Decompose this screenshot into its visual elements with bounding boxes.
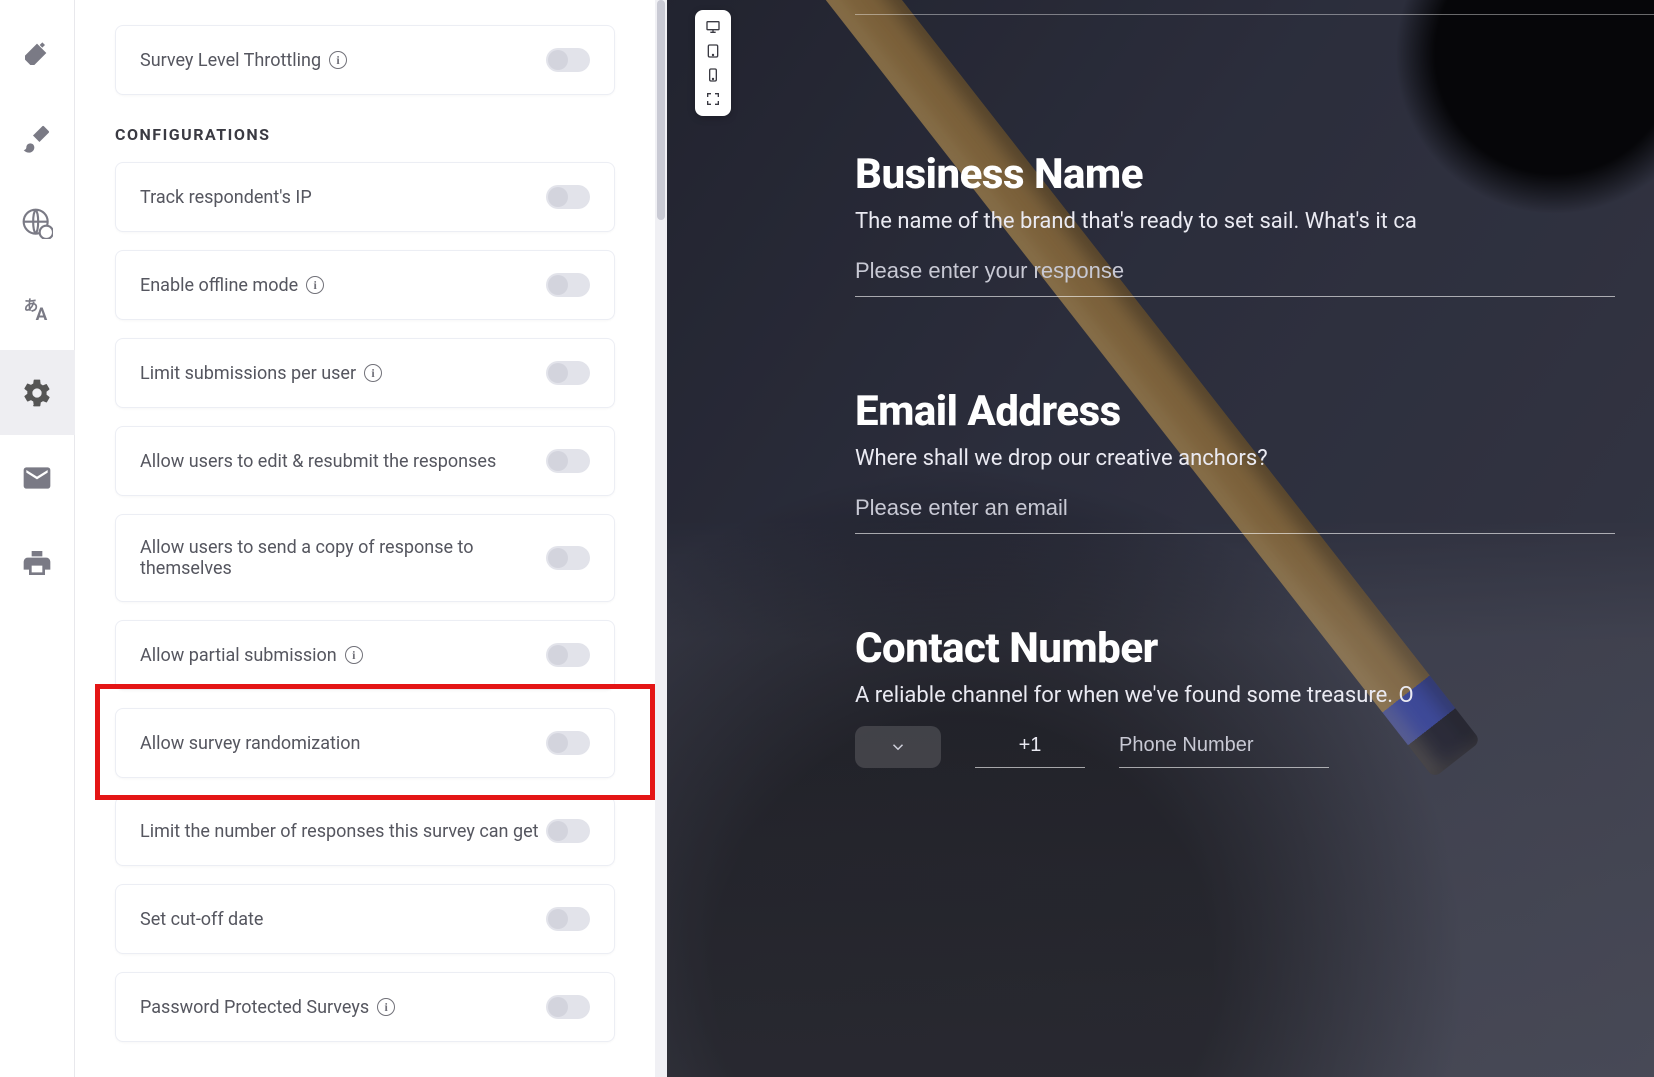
card-set-cut-off-date: Set cut-off date (115, 884, 615, 954)
card-allow-partial-submission: Allow partial submission i (115, 620, 615, 690)
info-icon[interactable]: i (377, 998, 395, 1016)
svg-text:A: A (36, 305, 48, 324)
setting-label: Allow partial submission (140, 645, 337, 666)
mobile-icon (705, 67, 721, 83)
email-input[interactable] (855, 489, 1615, 534)
toggle-survey-level-throttling[interactable] (546, 48, 590, 72)
setting-label: Survey Level Throttling (140, 50, 321, 71)
question-subtitle: Where shall we drop our creative anchors… (855, 446, 1654, 471)
toggle-1[interactable] (546, 273, 590, 297)
tablet-icon (705, 43, 721, 59)
setting-label: Set cut-off date (140, 909, 263, 930)
card-allow-users-to-send-a-copy-of-response-to-themselves: Allow users to send a copy of response t… (115, 514, 615, 602)
pane-divider (655, 0, 667, 1077)
question-contact: Contact Number A reliable channel for wh… (855, 624, 1654, 768)
translate-icon: あA (21, 292, 53, 324)
mail-icon (21, 462, 53, 494)
chevron-down-icon (889, 738, 907, 756)
section-heading-configurations: CONFIGURATIONS (115, 125, 615, 144)
desktop-icon (705, 19, 721, 35)
settings-panel: Survey Level Throttling i CONFIGURATIONS… (75, 0, 655, 1077)
card-track-respondent-s-ip: Track respondent's IP (115, 162, 615, 232)
preview-pane: Business Name The name of the brand that… (667, 0, 1654, 1077)
rail-print[interactable] (0, 520, 75, 605)
rail-brush[interactable] (0, 95, 75, 180)
question-subtitle: The name of the brand that's ready to se… (855, 209, 1654, 234)
toggle-8[interactable] (546, 907, 590, 931)
toggle-3[interactable] (546, 449, 590, 473)
print-icon (21, 547, 53, 579)
toggle-4[interactable] (546, 546, 590, 570)
setting-label: Enable offline mode (140, 275, 298, 296)
toggle-0[interactable] (546, 185, 590, 209)
rail-mail[interactable] (0, 435, 75, 520)
card-enable-offline-mode: Enable offline mode i (115, 250, 615, 320)
rail-settings[interactable] (0, 350, 75, 435)
setting-label: Track respondent's IP (140, 187, 312, 208)
setting-label: Allow users to send a copy of response t… (140, 537, 546, 579)
toggle-6[interactable] (546, 731, 590, 755)
toggle-2[interactable] (546, 361, 590, 385)
toggle-5[interactable] (546, 643, 590, 667)
rail-highlighter[interactable] (0, 10, 75, 95)
country-code-dropdown[interactable] (855, 726, 941, 768)
device-tablet[interactable] (699, 40, 727, 62)
gear-icon (21, 377, 53, 409)
info-icon[interactable]: i (329, 51, 347, 69)
phone-number-input[interactable] (1119, 728, 1329, 768)
card-limit-the-number-of-responses-this-survey-can-get: Limit the number of responses this surve… (115, 796, 615, 866)
question-title: Business Name (855, 150, 1654, 199)
card-password-protected-surveys: Password Protected Surveys i (115, 972, 615, 1042)
question-business-name: Business Name The name of the brand that… (855, 150, 1654, 297)
sidebar-rail: あA (0, 0, 75, 1077)
device-switcher (695, 10, 731, 116)
question-subtitle: A reliable channel for when we've found … (855, 683, 1654, 708)
business-name-input[interactable] (855, 252, 1615, 297)
question-title: Email Address (855, 387, 1654, 436)
setting-label: Password Protected Surveys (140, 997, 369, 1018)
setting-label: Allow users to edit & resubmit the respo… (140, 451, 496, 472)
fullscreen-icon (705, 91, 721, 107)
card-allow-survey-randomization: Allow survey randomization (115, 708, 615, 778)
info-icon[interactable]: i (345, 646, 363, 664)
question-email: Email Address Where shall we drop our cr… (855, 387, 1654, 534)
card-survey-level-throttling: Survey Level Throttling i (115, 25, 615, 95)
brush-icon (21, 122, 53, 154)
setting-label: Limit the number of responses this surve… (140, 821, 539, 842)
toggle-9[interactable] (546, 995, 590, 1019)
highlighter-icon (21, 37, 53, 69)
question-title: Contact Number (855, 624, 1654, 673)
card-allow-users-to-edit-resubmit-the-responses: Allow users to edit & resubmit the respo… (115, 426, 615, 496)
device-fullscreen[interactable] (699, 88, 727, 110)
setting-label: Limit submissions per user (140, 363, 356, 384)
country-code-input[interactable] (975, 728, 1085, 768)
setting-label: Allow survey randomization (140, 733, 361, 754)
rail-translate[interactable]: あA (0, 265, 75, 350)
card-limit-submissions-per-user: Limit submissions per user i (115, 338, 615, 408)
device-desktop[interactable] (699, 16, 727, 38)
info-icon[interactable]: i (364, 364, 382, 382)
info-icon[interactable]: i (306, 276, 324, 294)
device-mobile[interactable] (699, 64, 727, 86)
rail-globe[interactable] (0, 180, 75, 265)
globe-icon (21, 207, 53, 239)
toggle-7[interactable] (546, 819, 590, 843)
